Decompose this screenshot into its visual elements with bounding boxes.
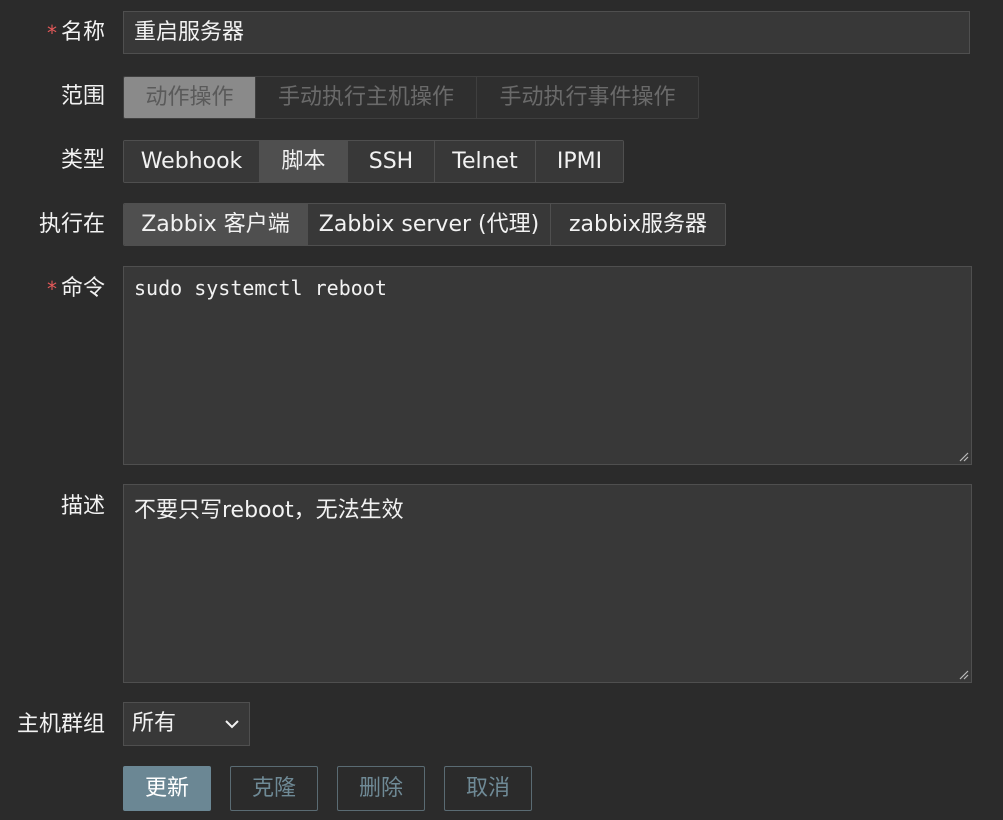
type-option-script[interactable]: 脚本 [260,141,348,182]
description-text: 不要只写reboot，无法生效 [134,498,404,523]
chevron-down-icon [225,720,239,729]
host-group-row: 主机群组 所有 [0,702,1003,747]
command-row: * 命令 sudo systemctl reboot [0,266,1003,466]
host-group-label: 主机群组 [16,712,105,737]
scope-option-action[interactable]: 动作操作 [124,77,256,118]
type-row: 类型 Webhook 脚本 SSH Telnet IPMI [0,139,1003,184]
description-label: 描述 [60,494,105,519]
script-form: * 名称 重启服务器 范围 动作操作 手动执行主机操作 手动执行事件操作 类型 W… [0,0,1003,820]
type-option-ssh[interactable]: SSH [348,141,435,182]
type-segmented: Webhook 脚本 SSH Telnet IPMI [123,140,624,183]
description-textarea[interactable]: 不要只写reboot，无法生效 [123,484,972,683]
type-option-ipmi[interactable]: IPMI [536,141,623,182]
button-row: 更新 克隆 删除 取消 [0,766,1003,812]
name-row: * 名称 重启服务器 [0,11,1003,56]
scope-option-manual-event[interactable]: 手动执行事件操作 [477,77,698,118]
execute-on-option-server-proxy[interactable]: Zabbix server (代理) [308,204,551,245]
name-input[interactable]: 重启服务器 [123,11,970,54]
scope-segmented: 动作操作 手动执行主机操作 手动执行事件操作 [123,76,699,119]
scope-option-manual-host[interactable]: 手动执行主机操作 [256,77,477,118]
execute-on-label: 执行在 [38,212,105,237]
type-label: 类型 [60,148,105,173]
command-textarea[interactable]: sudo systemctl reboot [123,266,972,465]
clone-button[interactable]: 克隆 [230,766,318,811]
description-row: 描述 不要只写reboot，无法生效 [0,484,1003,684]
type-option-webhook[interactable]: Webhook [124,141,260,182]
cancel-button[interactable]: 取消 [444,766,532,811]
resize-handle-icon[interactable] [957,450,969,462]
execute-on-option-server[interactable]: zabbix服务器 [551,204,725,245]
name-label: * 名称 [47,20,105,46]
execute-on-option-agent[interactable]: Zabbix 客户端 [124,204,308,245]
execute-on-row: 执行在 Zabbix 客户端 Zabbix server (代理) zabbix… [0,203,1003,248]
scope-row: 范围 动作操作 手动执行主机操作 手动执行事件操作 [0,75,1003,120]
execute-on-segmented: Zabbix 客户端 Zabbix server (代理) zabbix服务器 [123,203,726,246]
host-group-select[interactable]: 所有 [123,702,250,746]
update-button[interactable]: 更新 [123,766,211,811]
delete-button[interactable]: 删除 [337,766,425,811]
required-mark: * [46,21,57,45]
type-option-telnet[interactable]: Telnet [435,141,536,182]
host-group-value: 所有 [132,711,177,736]
command-text: sudo systemctl reboot [134,276,387,300]
required-mark: * [46,277,57,301]
command-label: * 命令 [47,276,105,302]
scope-label: 范围 [60,84,105,109]
name-label-text: 名称 [60,20,105,45]
command-label-text: 命令 [60,276,105,301]
resize-handle-icon[interactable] [957,668,969,680]
